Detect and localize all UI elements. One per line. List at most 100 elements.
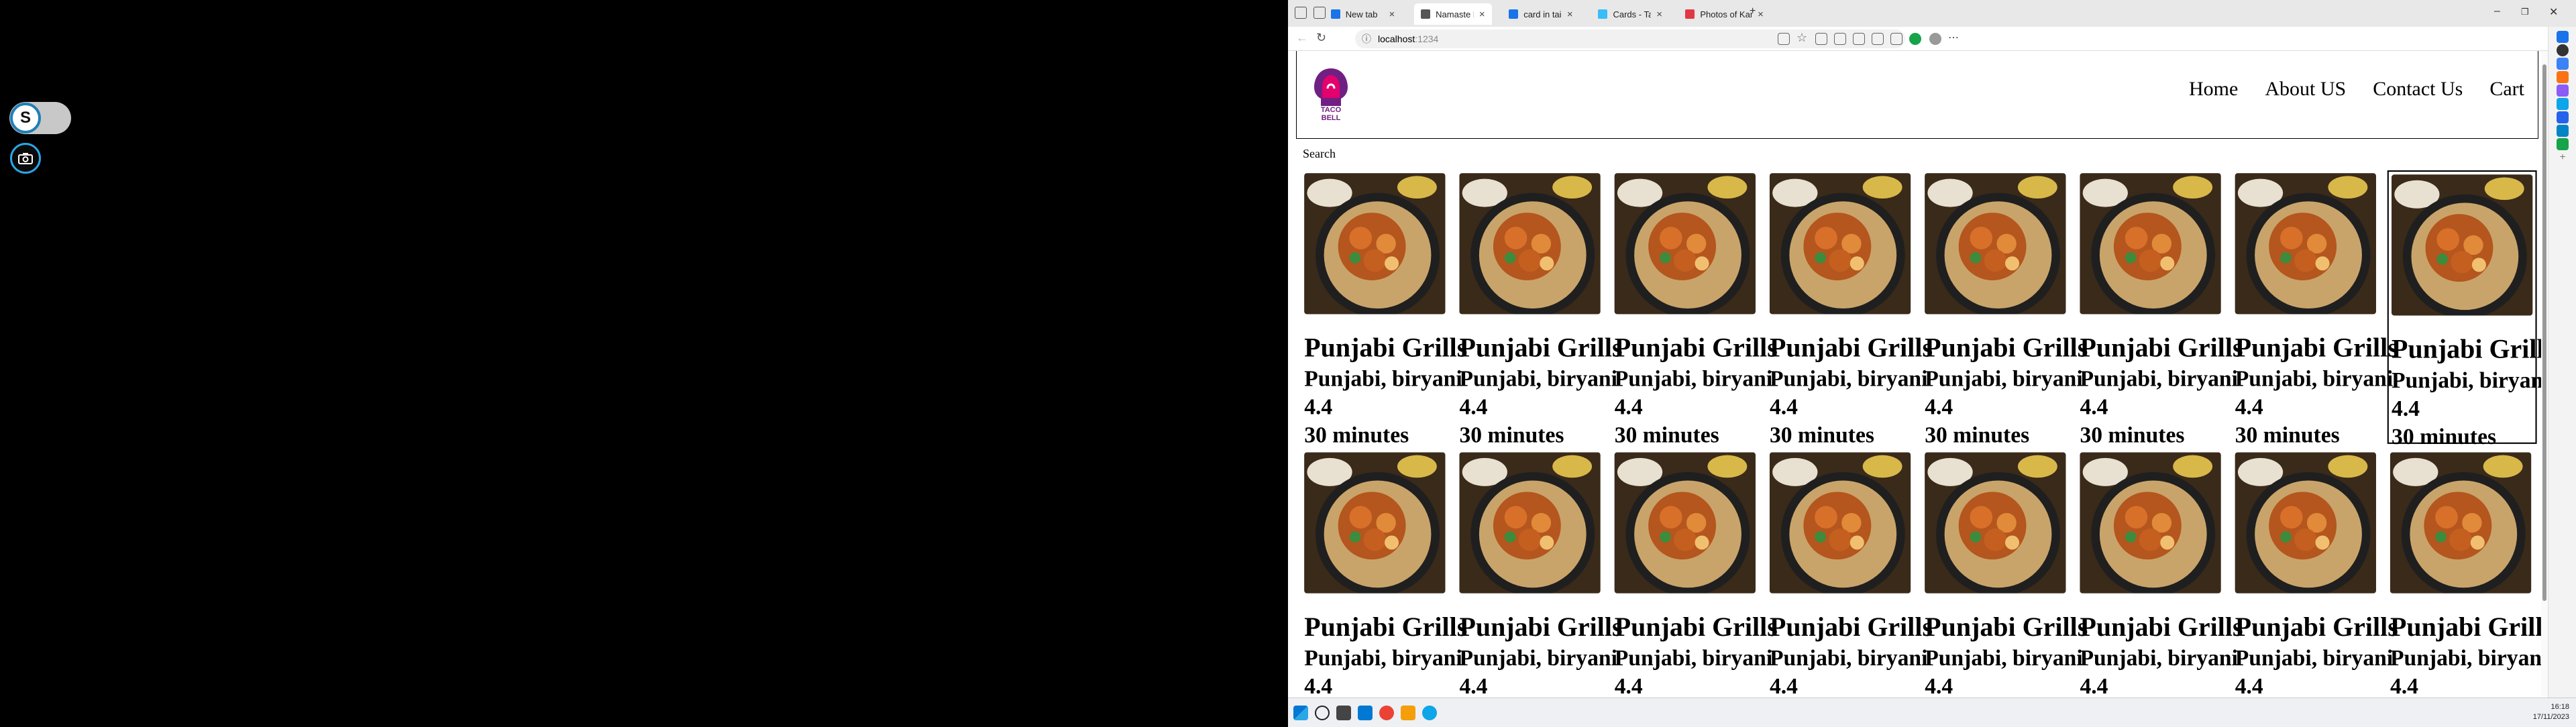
restaurant-image [2080,452,2221,594]
delivery-time: 30 minutes [2392,425,2497,450]
restaurant-image [1769,452,1911,594]
favorites-icon[interactable] [1872,33,1884,45]
task-view-icon[interactable] [1336,706,1351,720]
restaurant-card[interactable]: Punjabi GrillsPunjabi, biryani4.430 minu… [1767,449,1933,696]
restaurant-card[interactable]: Punjabi GrillsPunjabi, biryani4.430 minu… [1922,449,2088,696]
nav-link-about-us[interactable]: About US [2265,78,2346,101]
s-app-button[interactable]: S [10,103,41,133]
restaurant-rating: 4.4 [2392,397,2420,422]
restaurant-card[interactable]: Punjabi GrillsPunjabi, biryani4.430 minu… [2233,449,2398,696]
nav-link-home[interactable]: Home [2189,78,2238,101]
close-tab-icon[interactable]: × [1479,9,1485,20]
read-aloud-icon[interactable] [1778,33,1790,45]
shopping-icon[interactable] [2557,58,2569,70]
profile-avatar-icon[interactable] [1929,33,1941,45]
add-sidebar-icon[interactable]: + [2557,152,2569,164]
close-tab-icon[interactable]: × [1389,9,1395,20]
delivery-time: 30 minutes [1614,424,1719,449]
close-window-icon[interactable]: ✕ [2549,5,2558,19]
edge-icon[interactable] [1422,706,1437,720]
office-icon[interactable] [2557,98,2569,110]
nav-link-contact-us[interactable]: Contact Us [2373,78,2463,101]
close-tab-icon[interactable]: × [1758,9,1764,20]
restaurant-card[interactable]: Punjabi GrillsPunjabi, biryani4.430 minu… [1767,170,1933,448]
split-screen-icon[interactable] [1834,33,1846,45]
start-windows-icon[interactable] [1293,706,1308,720]
restaurant-card[interactable]: Punjabi GrillsPunjabi, biryani4.430 minu… [1612,449,1778,696]
main-nav: Home About US Contact Us Cart [2189,78,2524,101]
outlook-icon[interactable] [2557,111,2569,123]
restaurant-cuisine: Punjabi, biryani [1614,368,1773,392]
vertical-scrollbar[interactable] [2541,51,2548,696]
restaurant-card[interactable]: Punjabi GrillsPunjabi, biryani4.430 minu… [1301,449,1467,696]
restaurant-card[interactable]: Punjabi GrillsPunjabi, biryani4.430 minu… [2387,170,2548,449]
browser-tab[interactable]: Namaste React × [1414,3,1492,25]
desktop-left-area: S [0,0,1288,727]
restaurant-card[interactable]: Punjabi GrillsPunjabi, biryani4.430 minu… [2387,449,2548,696]
windows-taskbar: 16:18 17/11/2023 [1288,697,2576,727]
restaurant-card[interactable]: Punjabi GrillsPunjabi, biryani4.430 minu… [1301,170,1467,448]
restaurant-image [1614,173,1756,315]
tab-favicon-icon [1598,9,1608,19]
scrollbar-thumb[interactable] [2542,64,2546,601]
taskbar-search-icon[interactable] [1315,706,1330,720]
site-info-icon[interactable]: ⓘ [1362,32,1371,46]
clock-date: 17/11/2023 [2532,713,2569,721]
restaurant-image [2080,173,2221,315]
restaurant-image [1304,452,1446,594]
restaurant-name: Punjabi Grills [2080,333,2243,364]
browser-tab[interactable]: card in tailwind css - Search × [1502,3,1580,25]
restaurant-card[interactable]: Punjabi GrillsPunjabi, biryani4.430 minu… [2077,170,2243,448]
restaurant-cuisine: Punjabi, biryani [1614,647,1773,671]
system-clock[interactable]: 16:18 17/11/2023 [2533,702,2569,722]
tab-title: Namaste React [1436,9,1474,19]
history-icon[interactable] [1890,33,1902,45]
games-icon[interactable] [2557,85,2569,97]
collections-icon[interactable] [1853,33,1865,45]
new-tab-plus-icon[interactable]: + [1750,5,1756,17]
delivery-time: 30 minutes [2235,424,2340,449]
tree-icon[interactable] [2557,138,2569,150]
refresh-icon[interactable]: ↻ [1316,31,1326,45]
restaurant-rating: 4.4 [2080,675,2108,696]
maximize-icon[interactable]: ❐ [2521,7,2529,17]
restaurant-card[interactable]: Punjabi GrillsPunjabi, biryani4.430 minu… [2233,170,2398,448]
restaurant-image [1304,173,1446,315]
restaurant-card[interactable]: Punjabi GrillsPunjabi, biryani4.430 minu… [1922,170,2088,448]
close-tab-icon[interactable]: × [1567,9,1573,20]
restaurant-cuisine: Punjabi, biryani [1925,368,2083,392]
restaurant-rating: 4.4 [1925,675,1953,696]
tools-icon[interactable] [2557,71,2569,83]
chrome-icon[interactable] [1379,706,1394,720]
more-menu-icon[interactable]: ⋯ [1948,31,1960,44]
restaurant-cuisine: Punjabi, biryani [2390,647,2548,671]
restaurant-card[interactable]: Punjabi GrillsPunjabi, biryani4.430 minu… [1456,170,1622,448]
drop-icon[interactable] [2557,125,2569,137]
browser-tab[interactable]: New tab × [1324,3,1402,25]
browser-tab[interactable]: Photos of Kareem's, Pictures of × [1678,3,1770,25]
camera-icon[interactable] [10,143,41,174]
restaurant-card[interactable]: Punjabi GrillsPunjabi, biryani4.430 minu… [2077,449,2243,696]
search-icon[interactable] [2557,44,2569,56]
restaurant-rating: 4.4 [1925,396,1953,421]
taco-bell-logo[interactable]: TACO BELL [1310,66,1352,123]
close-tab-icon[interactable]: × [1656,9,1662,20]
back-arrow-icon[interactable]: ← [1296,31,1308,45]
restaurant-rating: 4.4 [1459,396,1488,421]
nav-link-cart[interactable]: Cart [2489,78,2524,101]
restaurant-cuisine: Punjabi, biryani [1769,647,1928,671]
restaurant-card[interactable]: Punjabi GrillsPunjabi, biryani4.430 minu… [1456,449,1622,696]
favorite-star-icon[interactable]: ☆ [1796,31,1809,44]
extension-icon[interactable] [1815,33,1827,45]
restaurant-rating: 4.4 [1304,675,1333,696]
restaurant-card[interactable]: Punjabi GrillsPunjabi, biryani4.430 minu… [1612,170,1778,448]
notification-icon[interactable] [2557,31,2569,43]
copilot-icon[interactable] [1909,33,1921,45]
vscode-icon[interactable] [1358,706,1373,720]
browser-tab[interactable]: Cards - Tailwind CSS × [1591,3,1669,25]
workspaces-icon[interactable] [1295,7,1307,19]
file-explorer-icon[interactable] [1401,706,1415,720]
restaurant-rating: 4.4 [2080,396,2108,421]
restaurant-name: Punjabi Grills [1925,613,2088,643]
minimize-icon[interactable]: – [2494,5,2500,17]
